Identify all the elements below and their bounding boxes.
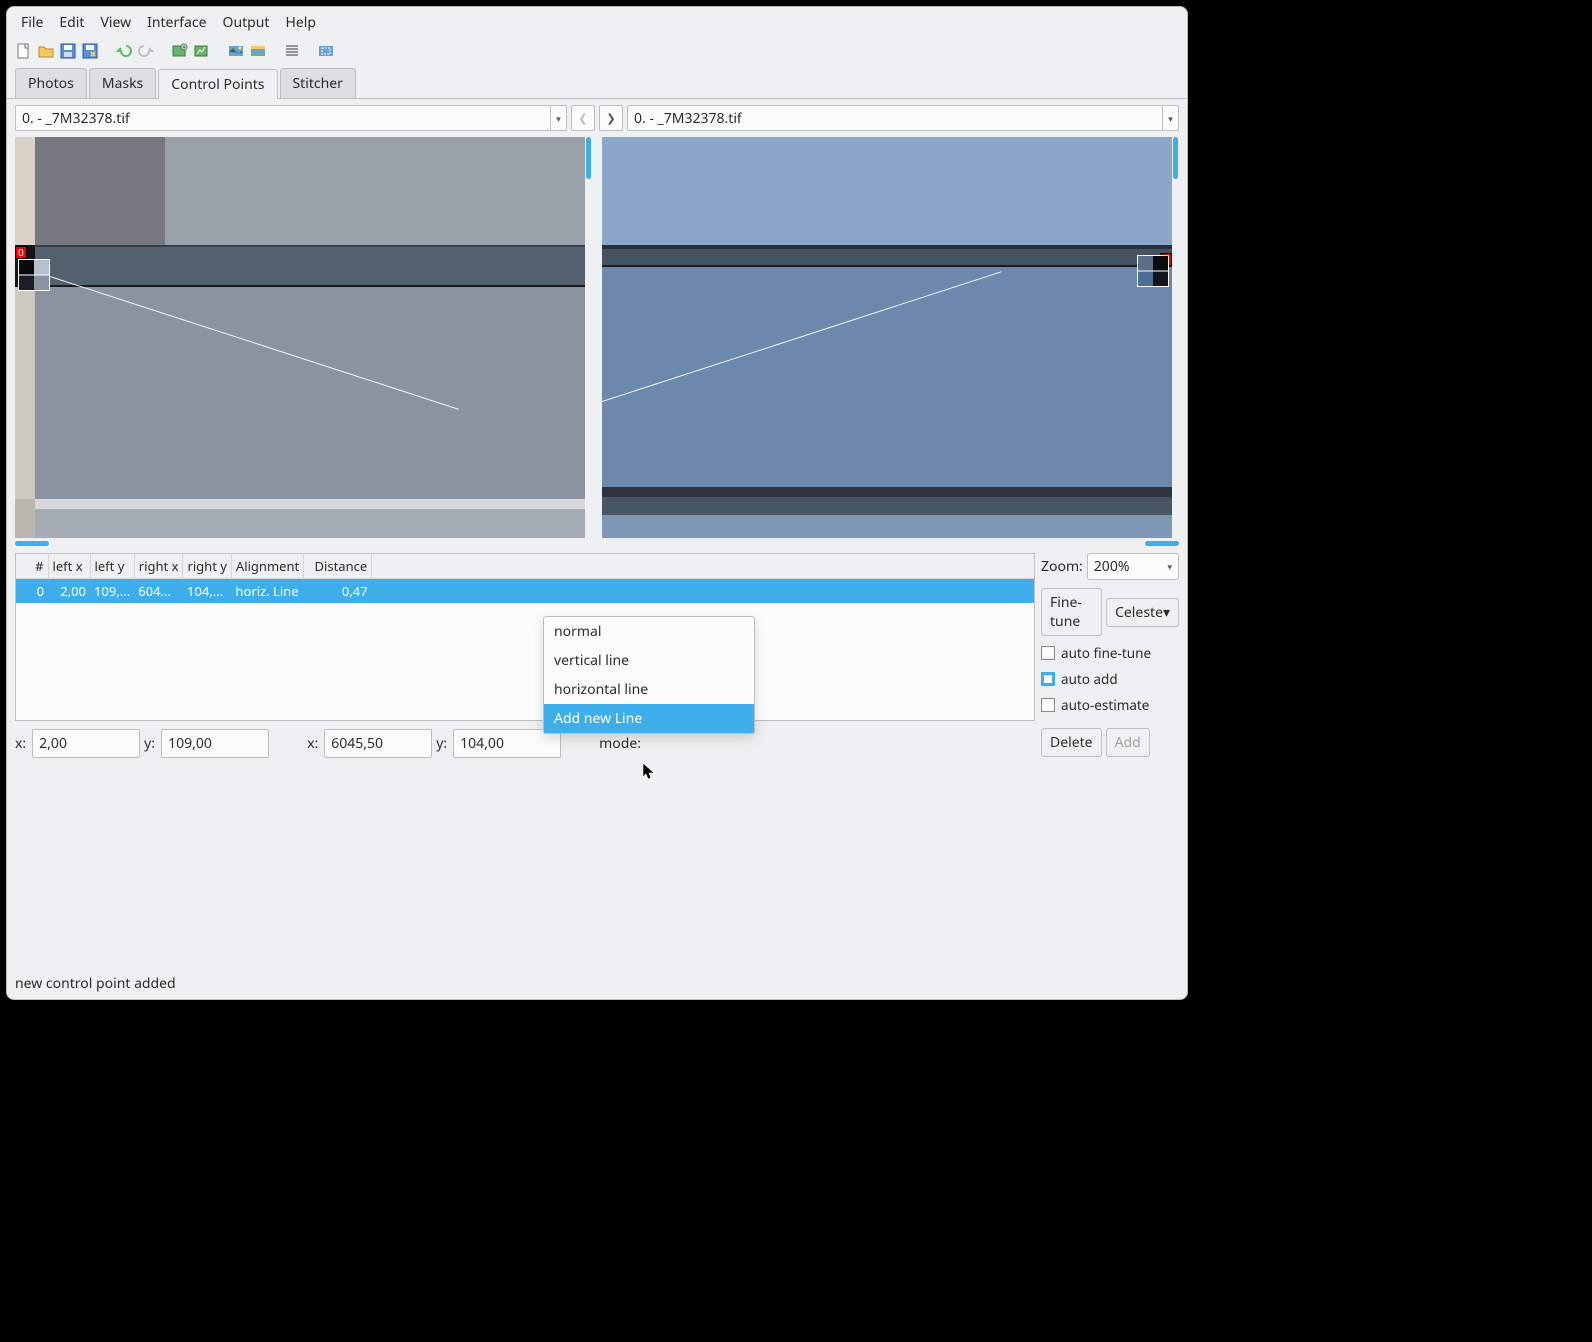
- col-right-y[interactable]: right y: [183, 554, 231, 579]
- cp-label-left: 0: [15, 246, 27, 259]
- mode-option-add-new[interactable]: Add new Line: [544, 704, 754, 733]
- menu-file[interactable]: File: [15, 11, 49, 34]
- mode-option-normal[interactable]: normal: [544, 617, 754, 646]
- auto-add-label: auto add: [1061, 670, 1118, 688]
- right-image-select-value: 0. - _7M32378.tif: [628, 109, 1162, 128]
- zoom-select[interactable]: 200% ▾: [1087, 553, 1179, 580]
- menu-help[interactable]: Help: [279, 11, 322, 34]
- left-image-view[interactable]: 0: [15, 137, 585, 538]
- chevron-down-icon: ▾: [550, 106, 566, 130]
- celeste-button[interactable]: Celeste▾: [1106, 598, 1179, 627]
- open-project-icon[interactable]: [37, 42, 55, 60]
- cp-table-header-row: # left x left y right x right y Alignmen…: [16, 554, 1034, 579]
- undo-icon[interactable]: [115, 42, 133, 60]
- menubar: File Edit View Interface Output Help: [7, 7, 1187, 38]
- chevron-down-icon: ▾: [1162, 106, 1178, 130]
- cursor-icon: [642, 762, 656, 780]
- menu-view[interactable]: View: [94, 11, 137, 34]
- tab-photos[interactable]: Photos: [15, 68, 87, 98]
- mode-dropdown-popup: normal vertical line horizontal line Add…: [543, 616, 755, 734]
- col-spacer: [372, 554, 1034, 579]
- cp-marker-right[interactable]: [1137, 255, 1169, 287]
- cell-left-x: 2,00: [48, 579, 90, 604]
- left-image-select-value: 0. - _7M32378.tif: [16, 109, 550, 128]
- add-image-icon[interactable]: [171, 42, 189, 60]
- auto-fine-tune-check[interactable]: auto fine-tune: [1041, 644, 1179, 662]
- align-icon[interactable]: [193, 42, 211, 60]
- tab-masks[interactable]: Masks: [89, 68, 156, 98]
- auto-add-check[interactable]: auto add: [1041, 670, 1179, 688]
- cell-distance: 0,47: [304, 579, 372, 604]
- col-num[interactable]: #: [16, 554, 48, 579]
- list-icon[interactable]: [283, 42, 301, 60]
- coord-row: x: 2,00 y: 109,00 x: 6045,50 y: 104,00 m…: [15, 721, 1179, 766]
- status-text: new control point added: [15, 974, 176, 993]
- app-window: File Edit View Interface Output Help Pho…: [6, 6, 1188, 1000]
- mode-option-vertical[interactable]: vertical line: [544, 646, 754, 675]
- col-left-x[interactable]: left x: [48, 554, 90, 579]
- redo-icon[interactable]: [137, 42, 155, 60]
- image-selector-row: 0. - _7M32378.tif ▾ ❮ ❯ 0. - _7M32378.ti…: [15, 105, 1179, 131]
- menu-interface[interactable]: Interface: [141, 11, 212, 34]
- left-vertical-scrollbar[interactable]: [585, 137, 592, 538]
- col-alignment[interactable]: Alignment: [231, 554, 303, 579]
- control-points-panel: 0. - _7M32378.tif ▾ ❮ ❯ 0. - _7M32378.ti…: [7, 98, 1187, 970]
- x2-label: x:: [307, 734, 320, 753]
- tabbar: Photos Masks Control Points Stitcher: [7, 68, 1187, 98]
- cp-marker-left[interactable]: [18, 259, 50, 291]
- x2-field[interactable]: 6045,50: [324, 729, 432, 758]
- preview-row: 0 0: [15, 137, 1179, 547]
- col-left-y[interactable]: left y: [90, 554, 134, 579]
- cell-num: 0: [16, 579, 48, 604]
- menu-output[interactable]: Output: [217, 11, 276, 34]
- col-right-x[interactable]: right x: [134, 554, 183, 579]
- cell-right-y: 104,...: [183, 579, 231, 604]
- preview-icon[interactable]: [227, 42, 245, 60]
- save-as-icon[interactable]: [81, 42, 99, 60]
- auto-estimate-label: auto-estimate: [1061, 696, 1149, 714]
- crop-icon[interactable]: [317, 42, 335, 60]
- fine-tune-button[interactable]: Fine-tune: [1041, 588, 1102, 636]
- left-image-content: [15, 137, 585, 538]
- y1-label: y:: [144, 734, 157, 753]
- auto-fine-tune-label: auto fine-tune: [1061, 644, 1151, 662]
- next-image-button[interactable]: ❯: [599, 105, 623, 131]
- col-distance[interactable]: Distance: [304, 554, 372, 579]
- toolbar: [7, 38, 1187, 68]
- zoom-label: Zoom:: [1041, 557, 1083, 576]
- right-horizontal-scrollbar[interactable]: [602, 540, 1179, 547]
- y2-label: y:: [436, 734, 449, 753]
- left-horizontal-scrollbar[interactable]: [15, 540, 592, 547]
- cell-right-x: 604...: [134, 579, 183, 604]
- right-vertical-scrollbar[interactable]: [1172, 137, 1179, 538]
- x1-field[interactable]: 2,00: [32, 729, 140, 758]
- cell-alignment: horiz. Line: [231, 579, 303, 604]
- mode-label: mode:: [599, 734, 643, 753]
- prev-image-button[interactable]: ❮: [571, 105, 595, 131]
- new-project-icon[interactable]: [15, 42, 33, 60]
- tab-stitcher[interactable]: Stitcher: [280, 68, 356, 98]
- gl-preview-icon[interactable]: [249, 42, 267, 60]
- side-controls: Zoom: 200% ▾ Fine-tune Celeste▾ auto fin…: [1041, 553, 1179, 721]
- left-preview-cell: 0: [15, 137, 592, 547]
- mode-option-horizontal[interactable]: horizontal line: [544, 675, 754, 704]
- right-image-select[interactable]: 0. - _7M32378.tif ▾: [627, 105, 1179, 131]
- cp-table[interactable]: # left x left y right x right y Alignmen…: [15, 553, 1035, 721]
- save-icon[interactable]: [59, 42, 77, 60]
- x1-label: x:: [15, 734, 28, 753]
- cp-table-row[interactable]: 0 2,00 109,... 604... 104,... horiz. Lin…: [16, 579, 1034, 604]
- right-image-content: [602, 137, 1172, 538]
- left-image-select[interactable]: 0. - _7M32378.tif ▾: [15, 105, 567, 131]
- y1-field[interactable]: 109,00: [161, 729, 269, 758]
- status-bar: new control point added: [7, 970, 1187, 999]
- menu-edit[interactable]: Edit: [53, 11, 90, 34]
- cell-left-y: 109,...: [90, 579, 134, 604]
- right-image-view[interactable]: 0: [602, 137, 1172, 538]
- chevron-down-icon: ▾: [1167, 560, 1172, 573]
- auto-estimate-check[interactable]: auto-estimate: [1041, 696, 1179, 714]
- tab-control-points[interactable]: Control Points: [158, 69, 277, 99]
- right-preview-cell: 0: [602, 137, 1179, 547]
- zoom-value: 200%: [1094, 557, 1130, 576]
